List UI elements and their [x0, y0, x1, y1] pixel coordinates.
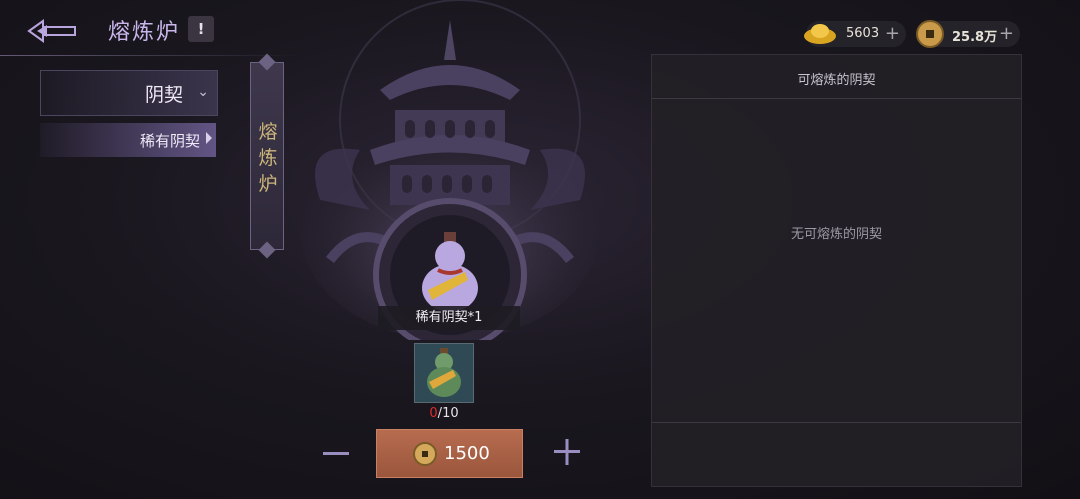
- material-count: 0/10: [414, 406, 474, 421]
- add-coin-button[interactable]: +: [999, 23, 1014, 44]
- increase-button[interactable]: [552, 437, 582, 467]
- category-label: 阴契: [144, 84, 183, 106]
- menu-item-rare-contract[interactable]: 稀有阴契: [40, 123, 216, 157]
- page-title: 熔炼炉: [108, 20, 181, 45]
- help-button[interactable]: !: [188, 16, 214, 42]
- add-gold-button[interactable]: +: [885, 23, 900, 44]
- back-arrow-icon: [27, 19, 76, 43]
- tab-char: 熔: [258, 121, 278, 143]
- plus-icon: [554, 439, 580, 465]
- back-button[interactable]: [22, 10, 82, 52]
- selected-arrow-icon: [206, 132, 212, 144]
- count-max: 10: [442, 406, 459, 421]
- empty-state-text: 无可熔炼的阴契: [790, 227, 882, 242]
- gold-ingot-icon: [804, 24, 836, 44]
- count-current: 0: [429, 406, 438, 421]
- gold-value: 5603: [846, 26, 880, 41]
- menu-item-label: 稀有阴契: [139, 132, 200, 150]
- minus-icon: [323, 452, 349, 455]
- panel-title: 可熔炼的阴契: [797, 73, 876, 88]
- copper-coin-counter: 25.8万 +: [916, 20, 1020, 48]
- furnace-altar-illustration: [300, 0, 600, 340]
- panel-divider-bottom: [652, 422, 1021, 423]
- tab-char: 炉: [258, 173, 278, 195]
- smeltable-list-panel: 可熔炼的阴契 无可熔炼的阴契: [651, 54, 1022, 487]
- tab-ornament-top: [258, 53, 276, 71]
- header-divider: [0, 55, 300, 56]
- gold-ingot-counter: 5603 +: [804, 21, 906, 47]
- decrease-button[interactable]: [322, 440, 350, 468]
- panel-divider-top: [652, 98, 1021, 99]
- copper-coin-icon: [413, 442, 437, 466]
- tab-furnace[interactable]: 熔 炼 炉: [250, 53, 284, 259]
- item-caption: 稀有阴契*1: [378, 306, 520, 330]
- category-dropdown[interactable]: 阴契 ⌄: [40, 70, 218, 116]
- coin-value: 25.8万: [952, 30, 998, 45]
- chevron-down-icon: ⌄: [197, 84, 209, 100]
- smelt-button[interactable]: 1500: [376, 429, 523, 478]
- tab-char: 炼: [258, 147, 278, 169]
- material-slot[interactable]: [414, 343, 474, 403]
- smelt-cost: 1500: [444, 443, 490, 464]
- copper-coin-icon: [916, 20, 944, 48]
- tab-ornament-bottom: [258, 241, 276, 259]
- green-gourd-icon: [427, 348, 461, 397]
